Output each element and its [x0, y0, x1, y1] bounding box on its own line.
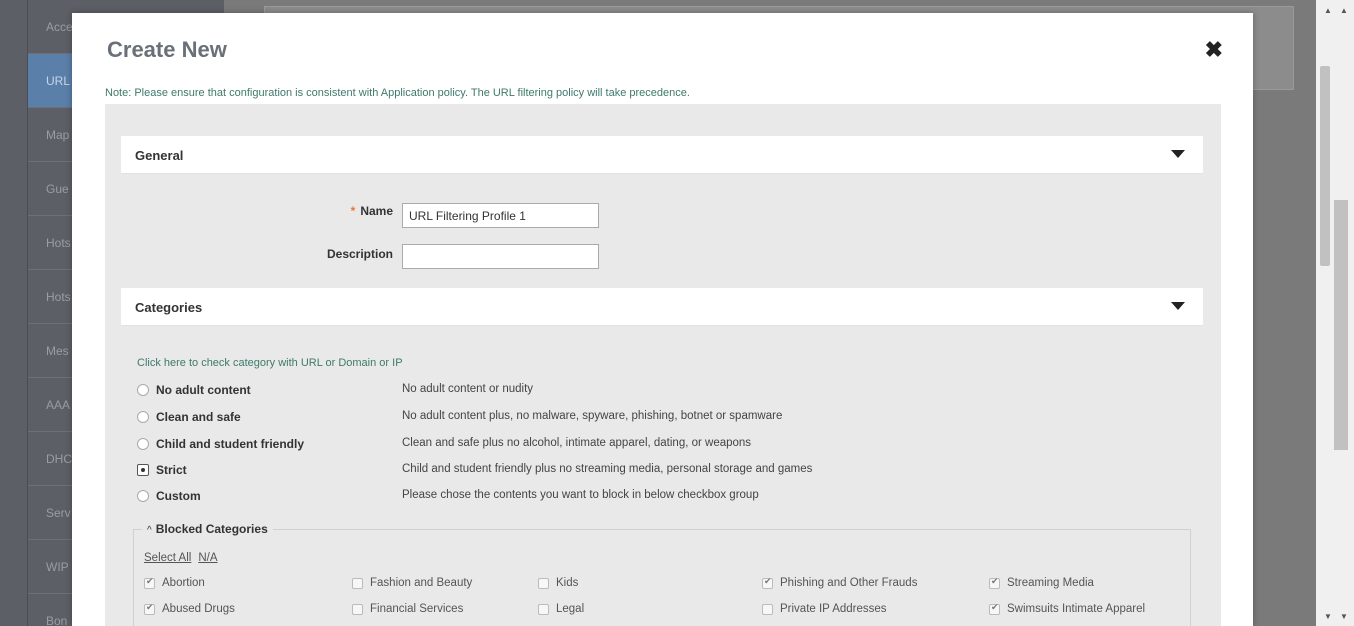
- category-option[interactable]: Custom Please chose the contents you want…: [137, 488, 1137, 504]
- category-description: Please chose the contents you want to bl…: [402, 489, 759, 501]
- name-label-text: Name: [360, 204, 393, 218]
- category-checkbox-label: Private IP Addresses: [780, 603, 887, 615]
- category-checkbox-label: Financial Services: [370, 603, 464, 615]
- category-name: Strict: [156, 463, 187, 477]
- name-input[interactable]: [402, 203, 599, 228]
- category-checkbox-label: Kids: [556, 577, 579, 589]
- category-checkbox-label: Abortion: [162, 577, 205, 589]
- category-checkbox-label: Fashion and Beauty: [370, 577, 473, 589]
- category-name: Clean and safe: [156, 410, 241, 424]
- chevron-up-icon[interactable]: ^: [147, 525, 152, 536]
- blocked-categories-legend[interactable]: ^ Blocked Categories: [142, 522, 273, 536]
- category-checkbox[interactable]: [352, 578, 363, 589]
- category-name: Child and student friendly: [156, 437, 305, 451]
- category-radio[interactable]: [137, 384, 149, 396]
- category-option[interactable]: No adult content No adult content or nudi…: [137, 382, 1137, 398]
- category-checkbox[interactable]: [989, 576, 1000, 589]
- selection-links: Select All N/A: [144, 552, 224, 564]
- dialog-body: General * Name Description Categories Cli…: [105, 104, 1221, 626]
- category-option[interactable]: Clean and safe No adult content plus, no …: [137, 409, 1137, 425]
- page-scrollbar[interactable]: ▲ ▲ ▼ ▼: [1316, 0, 1354, 626]
- category-description: No adult content plus, no malware, spywa…: [402, 410, 783, 422]
- scroll-down-arrow-icon[interactable]: ▼: [1340, 612, 1348, 621]
- collapse-caret-icon[interactable]: [1171, 150, 1185, 158]
- category-checkbox-label: Streaming Media: [1007, 577, 1094, 589]
- scroll-up-arrow-icon[interactable]: ▲: [1324, 6, 1332, 15]
- category-radio[interactable]: [137, 411, 149, 423]
- dialog-title: Create New: [107, 37, 227, 62]
- category-name: Custom: [156, 489, 201, 503]
- required-asterisk: *: [350, 204, 356, 218]
- policy-note: Note: Please ensure that configuration i…: [105, 87, 690, 99]
- category-radio[interactable]: [137, 438, 149, 450]
- category-checkbox[interactable]: [762, 576, 773, 589]
- category-checkbox[interactable]: [144, 576, 155, 589]
- category-checkbox[interactable]: [989, 602, 1000, 615]
- collapse-caret-icon[interactable]: [1171, 302, 1185, 310]
- category-option[interactable]: Child and student friendly Clean and safe…: [137, 436, 1137, 452]
- general-section-header[interactable]: General: [121, 136, 1203, 174]
- scrollbar-thumb-secondary[interactable]: [1334, 200, 1348, 450]
- na-link[interactable]: N/A: [198, 552, 217, 564]
- general-section-title: General: [135, 148, 184, 163]
- blocked-categories-title: Blocked Categories: [155, 522, 268, 536]
- description-input[interactable]: [402, 244, 599, 269]
- app-sidebar-edge: [0, 0, 28, 626]
- blocked-categories-group: ^Blocked Categories Select All N/A Aborti…: [133, 522, 1191, 626]
- category-checkbox[interactable]: [144, 602, 155, 615]
- category-description: Child and student friendly plus no strea…: [402, 463, 813, 475]
- description-label: Description: [326, 247, 393, 261]
- scroll-up-arrow-icon[interactable]: ▲: [1340, 6, 1348, 15]
- category-description: No adult content or nudity: [402, 383, 534, 395]
- category-radio[interactable]: [137, 490, 149, 502]
- category-checkbox-label: Swimsuits Intimate Apparel: [1007, 603, 1146, 615]
- categories-section-title: Categories: [135, 300, 203, 315]
- select-all-link[interactable]: Select All: [144, 552, 191, 564]
- category-checkbox-label: Abused Drugs: [162, 603, 235, 615]
- category-option[interactable]: Strict Child and student friendly plus no…: [137, 462, 1137, 478]
- name-label: * Name: [133, 204, 393, 218]
- category-checkbox[interactable]: [762, 604, 773, 615]
- category-description: Clean and safe plus no alcohol, intimate…: [402, 437, 752, 449]
- create-new-dialog: Create New ✖ Note: Please ensure that co…: [72, 13, 1253, 626]
- category-name: No adult content: [156, 383, 251, 397]
- category-radio[interactable]: [137, 464, 149, 476]
- category-checkbox[interactable]: [352, 604, 363, 615]
- category-checkbox-label: Phishing and Other Frauds: [780, 577, 918, 589]
- scrollbar-thumb[interactable]: [1320, 66, 1330, 266]
- category-checkbox[interactable]: [538, 578, 549, 589]
- check-category-link[interactable]: Click here to check category with URL or…: [137, 357, 403, 369]
- category-checkbox[interactable]: [538, 604, 549, 615]
- categories-section-header[interactable]: Categories: [121, 288, 1203, 326]
- scroll-down-arrow-icon[interactable]: ▼: [1324, 612, 1332, 621]
- close-icon[interactable]: ✖: [1205, 39, 1223, 61]
- category-checkbox-label: Legal: [556, 603, 585, 615]
